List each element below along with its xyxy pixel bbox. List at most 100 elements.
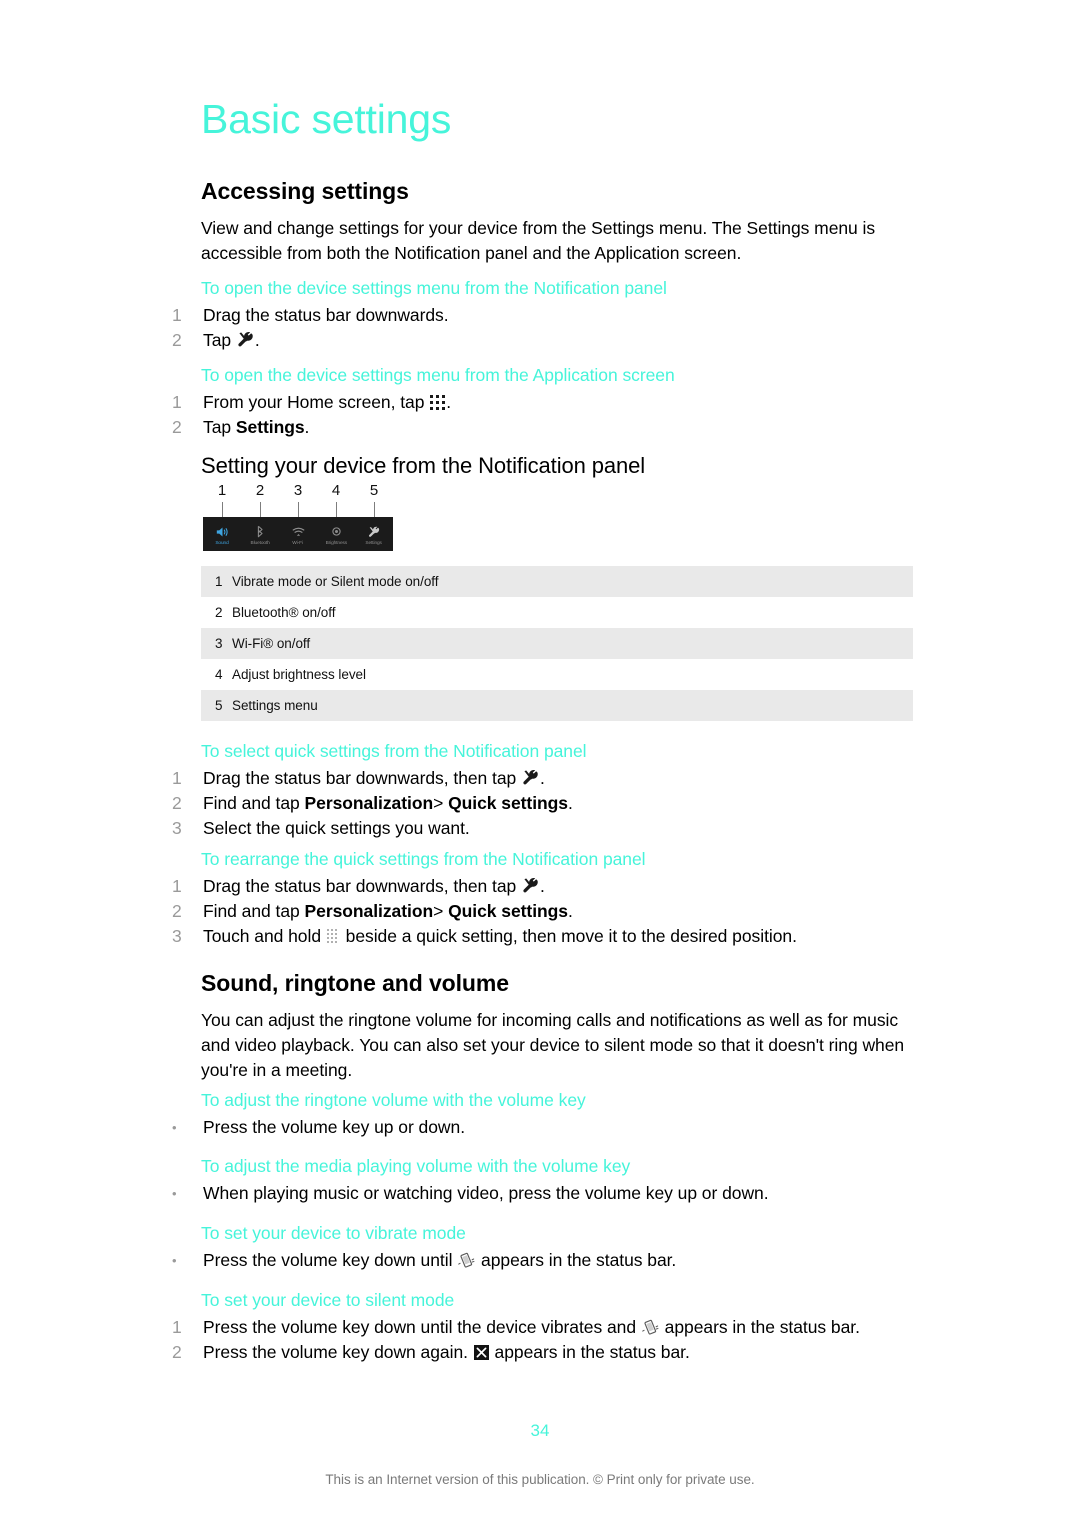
step-text: Drag the status bar downwards. — [203, 305, 449, 325]
list-item: 3 Touch and hold beside a quick setting,… — [172, 924, 913, 949]
tools-icon — [522, 876, 539, 893]
footer-note: This is an Internet version of this publ… — [325, 1472, 755, 1487]
callout-leader-line — [336, 502, 337, 517]
step-text: Press the volume key down until appears … — [203, 1250, 677, 1270]
list-item: 2 Tap . — [172, 328, 913, 353]
table-row: 4 Adjust brightness level — [201, 659, 913, 690]
step-text: Tap . — [203, 330, 260, 350]
list-item: 2 Tap Settings. — [172, 415, 913, 440]
legend-text: Vibrate mode or Silent mode on/off — [232, 574, 439, 589]
quick-setting-label: Settings — [365, 540, 383, 546]
task-title-adjust-ringtone-volume: To adjust the ringtone volume with the v… — [201, 1090, 586, 1110]
legend-text: Adjust brightness level — [232, 667, 366, 682]
section-heading-sound-ringtone-volume: Sound, ringtone and volume — [201, 970, 509, 996]
step-list-open-settings-notification: 1 Drag the status bar downwards. 2 Tap . — [172, 303, 913, 353]
quick-setting-label: Brightness — [325, 540, 347, 546]
bullet-marker: • — [172, 1253, 177, 1268]
vibrate-icon — [458, 1251, 475, 1268]
list-item: • Press the volume key up or down. — [172, 1115, 913, 1140]
legend-number: 4 — [215, 667, 223, 682]
step-text: From your Home screen, tap . — [203, 392, 452, 412]
step-list-open-settings-application: 1 From your Home screen, tap . 2 Tap Set… — [172, 390, 913, 440]
step-number: 2 — [172, 793, 182, 813]
task-title-open-settings-notification: To open the device settings menu from th… — [201, 278, 667, 298]
step-list-select-quick-settings: 1 Drag the status bar downwards, then ta… — [172, 766, 913, 841]
quick-settings-panel: Sound Bluetooth Wi-Fi Brightness Setting… — [203, 517, 393, 551]
step-number: 2 — [172, 1342, 182, 1362]
quick-setting-sound[interactable]: Sound — [203, 517, 241, 551]
figure-callout-numbers: 1 2 3 4 5 — [203, 482, 393, 517]
brightness-icon — [331, 524, 342, 539]
step-text: Select the quick settings you want. — [203, 818, 470, 838]
step-text: Find and tap Personalization> Quick sett… — [203, 901, 573, 921]
quick-setting-settings[interactable]: Settings — [355, 517, 393, 551]
paragraph-accessing-settings-intro: View and change settings for your device… — [201, 218, 876, 263]
quick-setting-brightness[interactable]: Brightness — [317, 517, 355, 551]
list-item: 1 From your Home screen, tap . — [172, 390, 913, 415]
silent-icon — [473, 1342, 489, 1360]
step-text: Press the volume key down until the devi… — [203, 1317, 860, 1337]
task-title-set-vibrate-mode: To set your device to vibrate mode — [201, 1223, 466, 1243]
emphasis-quick-settings: Quick settings — [443, 901, 568, 921]
step-text: When playing music or watching video, pr… — [203, 1183, 769, 1203]
tools-icon — [237, 330, 254, 347]
quick-setting-label: Sound — [215, 540, 229, 546]
emphasis-personalization: Personalization — [304, 901, 434, 921]
quick-setting-label: Wi-Fi — [292, 540, 304, 546]
callout-number: 5 — [369, 482, 379, 499]
callout-leader-line — [374, 502, 375, 517]
section-heading-setting-device-notification-panel: Setting your device from the Notificatio… — [201, 453, 646, 478]
callout-number: 1 — [217, 482, 227, 499]
step-text: Press the volume key up or down. — [203, 1117, 466, 1137]
callout-number: 3 — [293, 482, 303, 499]
step-number: 1 — [172, 876, 182, 896]
tools-icon — [368, 524, 380, 539]
step-list-set-silent-mode: 1 Press the volume key down until the de… — [172, 1315, 913, 1365]
list-item: 2 Press the volume key down again. appea… — [172, 1340, 913, 1365]
step-number: 3 — [172, 818, 182, 838]
step-number: 2 — [172, 330, 182, 350]
step-text: Press the volume key down again. appears… — [203, 1342, 690, 1362]
table-row: 1 Vibrate mode or Silent mode on/off — [201, 566, 913, 597]
emphasis-settings: Settings — [235, 417, 305, 437]
table-row: 5 Settings menu — [201, 690, 913, 721]
legend-number: 2 — [215, 605, 223, 620]
callout-leader-line — [222, 502, 223, 517]
callout-leader-line — [298, 502, 299, 517]
callout-number: 4 — [331, 482, 341, 499]
quick-setting-wifi[interactable]: Wi-Fi — [279, 517, 317, 551]
step-list-set-vibrate-mode: • Press the volume key down until appear… — [172, 1248, 913, 1273]
emphasis-personalization: Personalization — [304, 793, 434, 813]
section-heading-accessing-settings: Accessing settings — [201, 178, 409, 204]
step-list-adjust-media-volume: • When playing music or watching video, … — [172, 1181, 913, 1206]
step-number: 1 — [172, 305, 182, 325]
quick-setting-bluetooth[interactable]: Bluetooth — [241, 517, 279, 551]
list-item: 1 Press the volume key down until the de… — [172, 1315, 913, 1340]
legend-text: Settings menu — [232, 698, 318, 713]
page-number: 34 — [530, 1421, 550, 1440]
app-grid-icon — [430, 392, 446, 410]
bullet-marker: • — [172, 1120, 177, 1135]
step-list-adjust-ringtone-volume: • Press the volume key up or down. — [172, 1115, 913, 1140]
list-item: 1 Drag the status bar downwards, then ta… — [172, 766, 913, 791]
tools-icon — [522, 768, 539, 785]
list-item: 1 Drag the status bar downwards, then ta… — [172, 874, 913, 899]
task-title-rearrange-quick-settings: To rearrange the quick settings from the… — [201, 849, 646, 869]
list-item: 2 Find and tap Personalization> Quick se… — [172, 899, 913, 924]
task-title-adjust-media-volume: To adjust the media playing volume with … — [201, 1156, 631, 1176]
table-row: 3 Wi-Fi® on/off — [201, 628, 913, 659]
list-item: 1 Drag the status bar downwards. — [172, 303, 913, 328]
page-title: Basic settings — [201, 96, 452, 142]
task-title-set-silent-mode: To set your device to silent mode — [201, 1290, 455, 1310]
speaker-icon — [216, 524, 229, 539]
step-number: 1 — [172, 1317, 182, 1337]
step-text: Tap Settings. — [203, 417, 310, 437]
step-text: Drag the status bar downwards, then tap … — [203, 876, 545, 896]
step-number: 1 — [172, 392, 182, 412]
notification-panel-figure: 1 2 3 4 5 Sound Bluetooth Wi-Fi Brightne… — [203, 483, 393, 555]
step-list-rearrange-quick-settings: 1 Drag the status bar downwards, then ta… — [172, 874, 913, 949]
task-title-open-settings-application: To open the device settings menu from th… — [201, 365, 675, 385]
legend-number: 5 — [215, 698, 223, 713]
step-number: 3 — [172, 926, 182, 946]
legend-text: Wi-Fi® on/off — [232, 636, 311, 651]
